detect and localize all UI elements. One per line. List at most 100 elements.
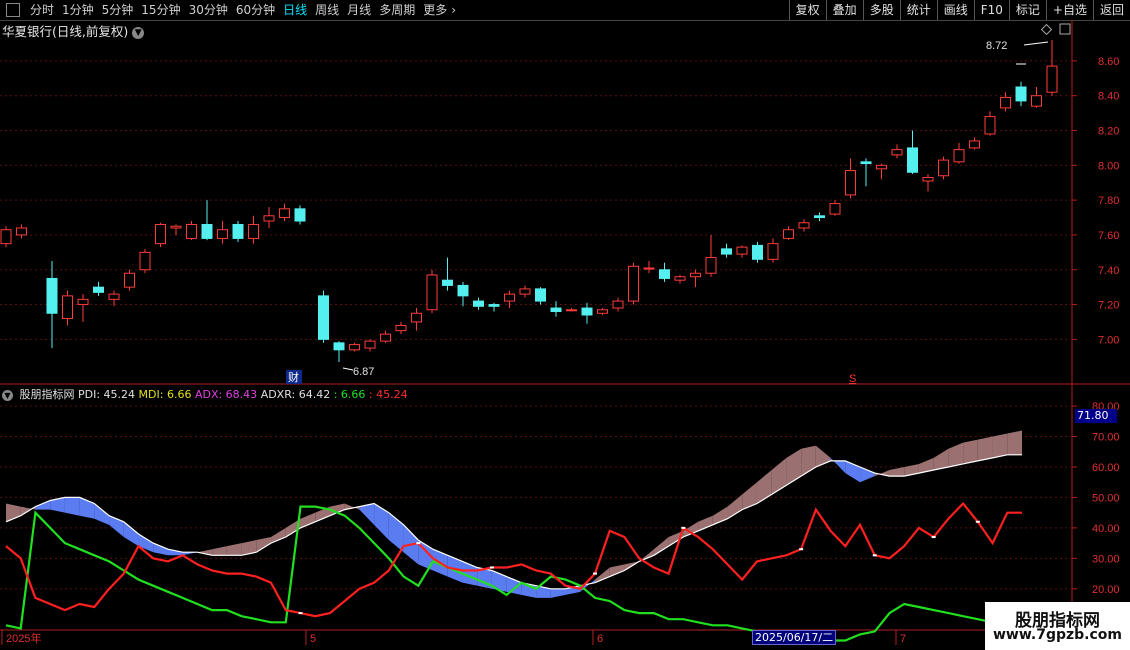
adx-band-up	[300, 512, 316, 528]
candle-down	[581, 307, 593, 316]
candle-up	[597, 309, 608, 314]
candle-up	[279, 208, 290, 219]
adx-band-down	[153, 543, 168, 556]
candle-up	[1046, 65, 1058, 93]
candle-up	[504, 293, 515, 302]
pdi-marker	[872, 554, 877, 557]
watermark: 股朋指标网 www.7gpzb.com	[985, 602, 1130, 650]
adx-band-down	[830, 457, 846, 474]
adx-band-up	[992, 433, 1008, 458]
time-axis-label: 2025年	[6, 631, 41, 645]
price-axis-label: 8.60	[1098, 56, 1119, 68]
candle-up	[1000, 96, 1011, 109]
candle-up	[969, 140, 980, 149]
candle-up	[411, 312, 422, 323]
adx-band-up	[889, 466, 905, 477]
adx-band-up	[963, 439, 978, 464]
candle-up	[217, 229, 228, 239]
indicator-axis-label: 70.00	[1092, 432, 1120, 444]
candle-up	[263, 215, 275, 222]
candle-down	[294, 208, 306, 222]
adx-band-up	[212, 546, 227, 556]
adx-band-up	[1007, 430, 1022, 455]
candle-up	[364, 340, 376, 349]
high-pointer-line	[1023, 41, 1049, 46]
adx-band-down	[550, 588, 566, 598]
price-axis-label: 8.40	[1098, 91, 1119, 103]
price-axis-label: 7.20	[1098, 300, 1119, 312]
candle-up	[248, 223, 259, 239]
price-axis-label: 8.20	[1098, 126, 1119, 138]
high-price-label: 8.72	[986, 40, 1007, 52]
adx-band-up	[977, 436, 993, 461]
low-price-label: 6.87	[353, 366, 374, 378]
candle-up	[0, 229, 12, 245]
indicator-axis-label: 50.00	[1092, 492, 1120, 504]
candle-up	[186, 223, 197, 239]
pdi-marker	[489, 566, 494, 569]
candle-down	[442, 279, 453, 286]
candle-up	[519, 288, 531, 295]
candle-up	[938, 159, 949, 177]
adx-band-up	[727, 494, 743, 519]
indicator-axis-label: 30.00	[1092, 553, 1120, 565]
candle-up	[922, 177, 934, 182]
cai-marker[interactable]: 财	[288, 370, 299, 384]
candle-down	[860, 161, 872, 165]
candle-up	[380, 333, 391, 342]
adx-band-up	[271, 527, 286, 544]
price-axis-label: 7.80	[1098, 195, 1119, 207]
candle-up	[395, 324, 407, 332]
adx-band-up	[786, 448, 802, 486]
candle-up	[643, 267, 655, 270]
pdi-marker	[681, 526, 686, 529]
candle-up	[984, 116, 996, 135]
time-axis-label: 6	[597, 633, 603, 645]
candle-down	[232, 223, 244, 239]
adx-band-up	[771, 457, 787, 495]
candle-up	[953, 149, 965, 163]
price-axis-label: 7.00	[1098, 334, 1119, 346]
indicator-axis-label: 60.00	[1092, 462, 1120, 474]
s-marker[interactable]: S	[849, 373, 856, 385]
candle-up	[170, 225, 182, 229]
adx-band-down	[374, 503, 389, 541]
chart-canvas[interactable]: 8.60 8.40 8.20 8.00 7.80 7.60 7.40 7.20 7.00 8.72…	[0, 0, 1130, 650]
pdi-marker	[298, 612, 303, 615]
price-axis-label: 7.60	[1098, 230, 1119, 242]
indicator-axis-label: 40.00	[1092, 523, 1120, 535]
candle-up	[767, 243, 779, 260]
candle-up	[124, 272, 135, 288]
adx-band-up	[653, 537, 669, 556]
pdi-marker	[931, 536, 936, 539]
time-axis-label: 5	[310, 633, 316, 645]
adx-band-down	[123, 521, 139, 547]
candle-up	[566, 309, 577, 312]
candle-down	[1015, 86, 1027, 102]
price-axis-label: 7.40	[1098, 265, 1119, 277]
current-value-label: 71.80	[1075, 409, 1117, 423]
candle-up	[108, 293, 120, 300]
candle-up	[798, 222, 810, 229]
watermark-url: www.7gpzb.com	[992, 627, 1122, 643]
candle-up	[783, 229, 794, 239]
mdi-line	[5, 505, 1023, 642]
candle-down	[752, 244, 763, 260]
indicator-axis-label: 20.00	[1092, 584, 1120, 596]
pdi-marker	[975, 520, 980, 523]
candle-up	[736, 246, 748, 255]
candle-down	[46, 277, 58, 314]
candle-up	[1031, 95, 1042, 107]
diamond-icon[interactable]	[1040, 23, 1053, 36]
adx-band-down	[860, 466, 875, 483]
adx-band-up	[609, 564, 625, 577]
cursor-date-label: 2025/06/17/二	[752, 630, 837, 645]
candle-down	[721, 248, 732, 255]
adx-band-up	[933, 448, 949, 471]
candle-up	[845, 170, 856, 196]
candle-up	[891, 149, 903, 156]
panel-toggle-icon[interactable]	[1059, 23, 1071, 35]
candle-down	[488, 304, 500, 307]
adx-band-up	[742, 482, 757, 510]
candle-up	[426, 274, 438, 311]
